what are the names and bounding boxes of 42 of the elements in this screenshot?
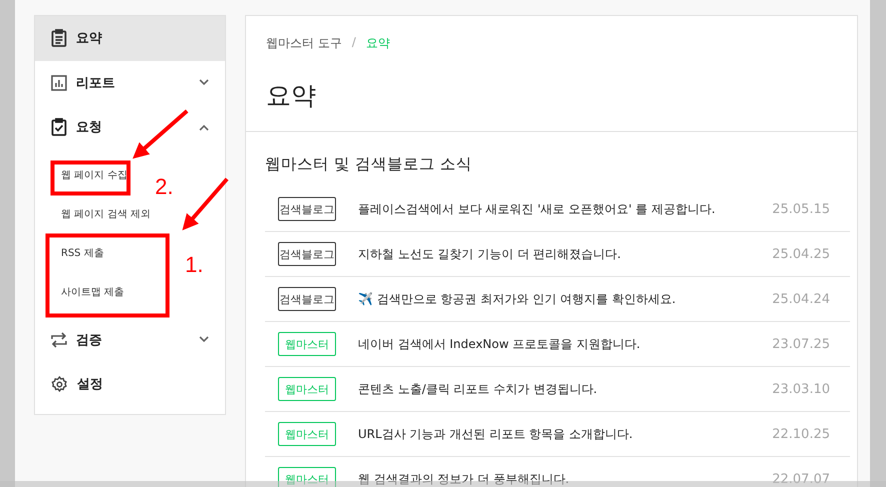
news-date: 22.10.25	[772, 426, 830, 442]
news-date: 23.07.25	[772, 336, 830, 352]
news-date: 25.05.15	[772, 202, 830, 216]
sidebar-item[interactable]: 검증	[35, 318, 225, 362]
submenu-item[interactable]: RSS 제출	[35, 234, 108, 272]
news-date: 25.04.25	[772, 246, 830, 262]
breadcrumb-separator: /	[352, 35, 356, 51]
chevron-down-icon[interactable]	[199, 336, 209, 344]
chevron-up-icon[interactable]	[199, 124, 209, 131]
page-title: 요약	[266, 80, 317, 112]
submenu-item[interactable]: 웹 페이지 수집	[35, 156, 132, 194]
section-heading: 웹마스터 및 검색블로그 소식	[265, 154, 473, 175]
sidebar-item[interactable]: 리포트	[35, 60, 225, 105]
annotation-arrow	[182, 178, 228, 230]
sidebar-item[interactable]: 요약	[35, 16, 225, 60]
news-title-link[interactable]: 콘텐츠 노출/클릭 리포트 수치가 변경됩니다.	[358, 380, 772, 398]
settings-icon	[51, 376, 68, 393]
news-date: 22.07.07	[772, 472, 830, 486]
swap-arrows-icon	[51, 332, 67, 348]
annotation-label: 2.	[155, 174, 174, 200]
breadcrumb-link[interactable]: 웹마스터 도구	[266, 35, 342, 52]
news-title-link[interactable]: ✈ 검색만으로 항공권 최저가와 인기 여행지를 확인하세요.	[358, 290, 772, 308]
checked-clipboard-icon	[51, 118, 67, 136]
sidebar-item[interactable]: 설정	[35, 362, 225, 406]
chevron-down-icon[interactable]	[199, 79, 209, 86]
news-title-link[interactable]: 네이버 검색에서 IndexNow 프로토콜을 지원합니다.	[358, 336, 772, 352]
submenu-item[interactable]: 사이트맵 제출	[35, 272, 128, 312]
news-title-link[interactable]: URL검사 기능과 개선된 리포트 항목을 소개합니다.	[358, 426, 772, 442]
annotation-arrow	[132, 110, 188, 159]
submenu-item[interactable]: 웹 페이지 검색 제외	[35, 194, 155, 234]
news-date: 23.03.10	[772, 382, 830, 396]
category-tag[interactable]: 검색블로그	[278, 242, 336, 266]
sidebar-item[interactable]: 요청	[35, 105, 225, 150]
news-date: 25.04.24	[772, 292, 830, 306]
category-tag[interactable]: 검색블로그	[278, 287, 336, 311]
category-tag[interactable]: 검색블로그	[278, 197, 336, 221]
bar-chart-icon	[51, 74, 67, 91]
clipboard-icon	[51, 29, 67, 48]
annotation-label: 1.	[185, 252, 204, 278]
news-title-link[interactable]: 지하철 노선도 길찾기 기능이 더 편리해졌습니다.	[358, 246, 772, 262]
news-title-link[interactable]: 플레이스검색에서 보다 새로워진 '새로 오픈했어요' 를 제공합니다.	[358, 200, 772, 218]
news-title-link[interactable]: 웹 검색결과의 정보가 더 풍부해집니다.	[358, 470, 772, 487]
